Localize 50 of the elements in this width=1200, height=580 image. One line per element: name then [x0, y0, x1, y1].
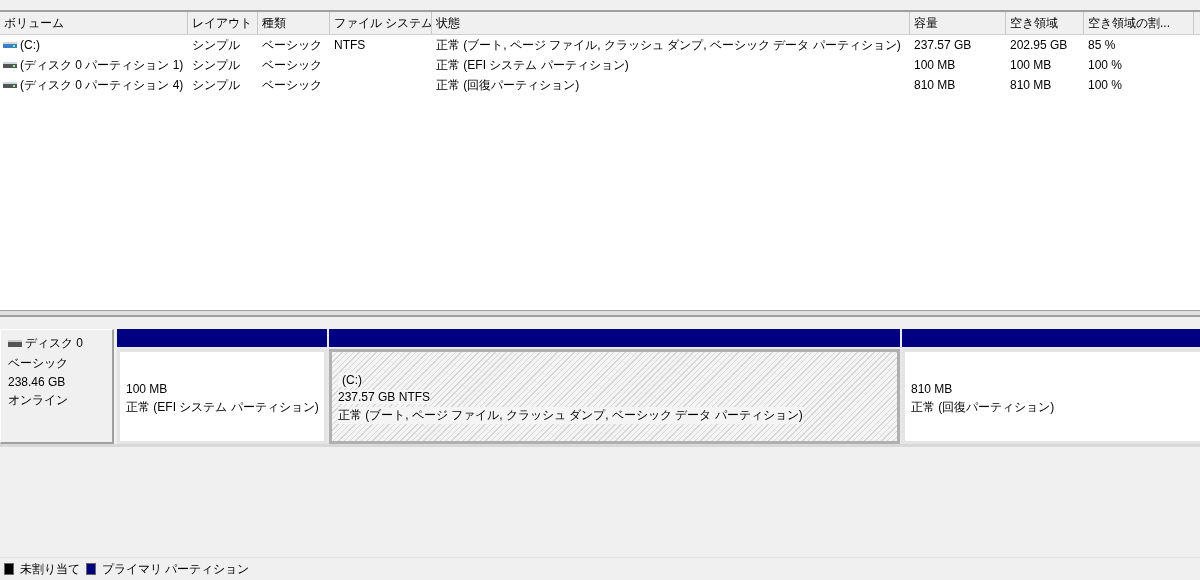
partition-status: 正常 (回復パーティション) — [911, 398, 1055, 416]
table-cell: 正常 (回復パーティション) — [436, 76, 580, 94]
partition-size: 810 MB — [911, 381, 953, 396]
table-cell: 100 MB — [1010, 58, 1052, 72]
column-header[interactable]: 種類 — [258, 12, 330, 34]
column-header[interactable]: 容量 — [910, 12, 1006, 34]
table-cell: シンプル — [192, 56, 240, 74]
partition-block[interactable]: 810 MB 正常 (回復パーティション) — [902, 349, 1200, 444]
partition-status: 正常 (EFI システム パーティション) — [126, 398, 319, 416]
drive-icon — [3, 81, 17, 89]
table-cell: ベーシック — [262, 36, 322, 54]
column-header[interactable]: 状態 — [432, 12, 910, 34]
table-cell: 237.57 GB — [914, 38, 972, 52]
table-cell: 正常 (EFI システム パーティション) — [436, 56, 629, 74]
column-header[interactable]: ボリューム — [0, 12, 188, 34]
partition-label: (C:) — [338, 373, 362, 387]
column-header[interactable]: レイアウト — [188, 12, 258, 34]
partition-size: 100 MB — [126, 381, 168, 396]
table-cell: 100 % — [1088, 58, 1123, 72]
table-cell: 正常 (ブート, ページ ファイル, クラッシュ ダンプ, ベーシック データ パーティション) — [436, 36, 901, 54]
column-header[interactable]: 空き領域 — [1006, 12, 1084, 34]
partition-size: 237.57 GB NTFS — [338, 390, 431, 404]
table-cell: ベーシック — [262, 56, 322, 74]
table-cell: シンプル — [192, 76, 240, 94]
drive-icon — [8, 340, 22, 347]
table-cell: 810 MB — [1010, 78, 1052, 92]
partition-block[interactable]: 100 MB 正常 (EFI システム パーティション) — [117, 349, 327, 444]
disk-info-panel[interactable]: ディスク 0 ベーシック 238.46 GB オンライン — [0, 329, 114, 444]
table-cell: NTFS — [334, 38, 366, 52]
disk-type: ベーシック — [8, 355, 69, 372]
drive-icon — [3, 61, 17, 69]
volume-name: (ディスク 0 パーティション 1) — [20, 56, 184, 74]
disk-name: ディスク 0 — [25, 335, 83, 352]
legend-label: プライマリ パーティション — [102, 560, 250, 578]
volume-name: (ディスク 0 パーティション 4) — [20, 76, 184, 94]
disk-status: オンライン — [8, 392, 69, 409]
table-cell: 202.95 GB — [1010, 38, 1068, 52]
partition-status: 正常 (ブート, ページ ファイル, クラッシュ ダンプ, ベーシック データ パーティション) — [338, 407, 803, 424]
table-cell: シンプル — [192, 36, 240, 54]
partition-block[interactable]: (C:) 237.57 GB NTFS 正常 (ブート, ページ ファイル, クラッシュ ダンプ, ベーシック データ パーティション) — [329, 349, 900, 444]
drive-icon — [3, 41, 17, 49]
table-cell: 810 MB — [914, 78, 956, 92]
column-header[interactable]: 空き領域の割... — [1084, 12, 1194, 34]
table-cell: ベーシック — [262, 76, 322, 94]
legend-label: 未割り当て — [20, 560, 80, 578]
table-cell: 85 % — [1088, 38, 1116, 52]
volume-name: (C:) — [20, 38, 40, 52]
table-cell: 100 MB — [914, 58, 956, 72]
disk-size: 238.46 GB — [8, 375, 67, 389]
table-cell: 100 % — [1088, 78, 1123, 92]
